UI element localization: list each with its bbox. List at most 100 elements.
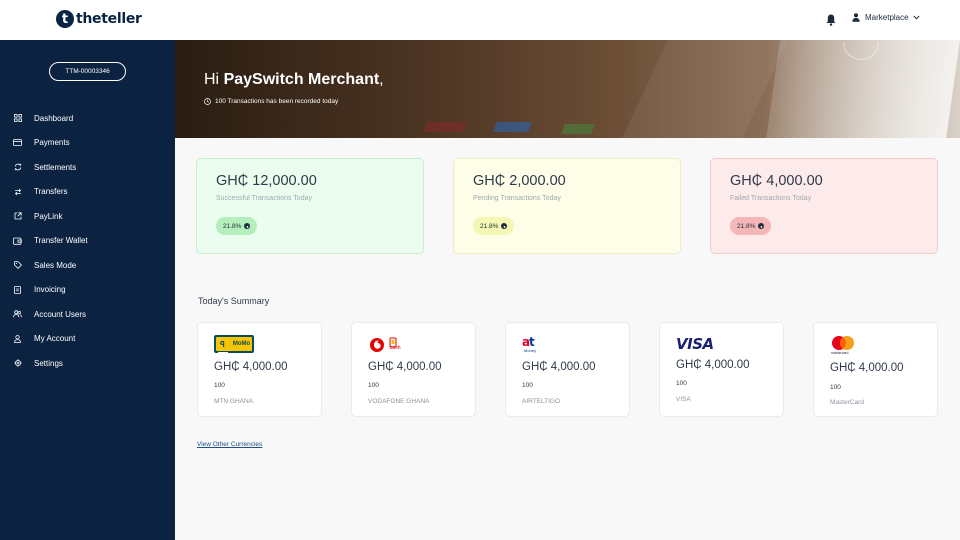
subtitle-text: 100 Transactions has been recorded today (215, 98, 339, 105)
stat-amount: GH₵ 2,000.00 (473, 173, 566, 189)
badge-value: 21.8% (480, 222, 499, 230)
stat-label: Pending Transactions Today (473, 195, 561, 202)
info-icon: ● (501, 223, 508, 229)
summary-card-mastercard[interactable]: mastercard GH₵ 4,000.00 100 MasterCard (813, 322, 938, 417)
transfer-arrows-icon (13, 187, 22, 196)
summary-count: 100 (676, 380, 687, 387)
stat-badge: 21.8% ● (730, 217, 772, 235)
summary-card-vodafone[interactable]: cash GH₵ 4,000.00 100 VODAFONE GHANA (351, 322, 476, 417)
clock-icon (204, 98, 211, 105)
sidebar-item-payments[interactable]: Payments (0, 131, 175, 156)
sidebar-nav: Dashboard Payments Settlements Transfers… (0, 106, 175, 376)
view-other-currencies-link[interactable]: View Other Currencies (197, 441, 262, 448)
summary-amount: GH₵ 4,000.00 (214, 361, 288, 373)
banner-decoration (561, 124, 595, 134)
pending-transactions-card: GH₵ 2,000.00 Pending Transactions Today … (453, 158, 681, 254)
svg-text:t: t (529, 335, 535, 349)
badge-value: 21.8% (223, 222, 242, 230)
sidebar-item-label: Invoicing (34, 285, 66, 295)
sidebar-item-label: Settings (34, 358, 63, 368)
card-icon (13, 138, 22, 147)
greeting-subtitle: 100 Transactions has been recorded today (204, 98, 338, 105)
greeting-suffix: , (379, 71, 384, 88)
logo-text: theteller (76, 11, 142, 27)
summary-amount: GH₵ 4,000.00 (368, 361, 442, 373)
sidebar-item-settings[interactable]: Settings (0, 351, 175, 376)
sidebar-item-label: Settlements (34, 162, 77, 172)
summary-provider: VODAFONE GHANA (368, 398, 430, 405)
top-bar: t theteller Marketplace (0, 0, 960, 40)
banner-decoration (622, 40, 788, 138)
user-menu[interactable]: Marketplace (852, 13, 925, 22)
theteller-logo[interactable]: t theteller (56, 10, 142, 28)
summary-amount: GH₵ 4,000.00 (830, 362, 904, 374)
vodafone-logo-text: cash (390, 345, 401, 351)
summary-count: 100 (830, 384, 841, 391)
stat-amount: GH₵ 12,000.00 (216, 173, 317, 189)
bell-icon[interactable] (826, 14, 836, 26)
welcome-banner: Hi PaySwitch Merchant, 100 Transactions … (175, 40, 960, 138)
sidebar-item-invoicing[interactable]: Invoicing (0, 278, 175, 303)
visa-logo-text: VISA (676, 335, 714, 353)
successful-transactions-card: GH₵ 12,000.00 Successful Transactions To… (196, 158, 424, 254)
stat-label: Successful Transactions Today (216, 195, 312, 202)
visa-logo: VISA (676, 335, 714, 355)
wallet-icon (13, 236, 22, 245)
momo-logo-text: MoMo (232, 341, 251, 347)
sidebar-item-label: Dashboard (34, 113, 74, 123)
sidebar-item-sales-mode[interactable]: Sales Mode (0, 253, 175, 278)
summary-title: Today's Summary (198, 296, 270, 306)
stat-amount: GH₵ 4,000.00 (730, 173, 823, 189)
sidebar-item-settlements[interactable]: Settlements (0, 155, 175, 180)
sidebar: TTM-00003346 Dashboard Payments Settleme… (0, 40, 175, 540)
sidebar-item-transfers[interactable]: Transfers (0, 180, 175, 205)
sidebar-item-my-account[interactable]: My Account (0, 327, 175, 352)
summary-provider: MTN GHANA (214, 398, 253, 405)
tag-icon (13, 261, 22, 270)
summary-provider: AIRTELTIGO (522, 398, 561, 405)
summary-count: 100 (368, 382, 379, 389)
sidebar-item-label: Transfer Wallet (34, 236, 88, 246)
sidebar-item-dashboard[interactable]: Dashboard (0, 106, 175, 131)
sidebar-item-label: Transfers (34, 187, 68, 197)
summary-amount: GH₵ 4,000.00 (676, 359, 750, 371)
mastercard-logo-text: mastercard (831, 351, 849, 355)
sidebar-item-label: Sales Mode (34, 260, 77, 270)
chevron-down-icon (913, 15, 920, 20)
summary-provider: MasterCard (830, 399, 864, 406)
airteltigo-money-logo: a t Money (522, 335, 538, 355)
banner-decoration (493, 122, 532, 132)
user-icon (13, 334, 22, 343)
sidebar-item-transfer-wallet[interactable]: Transfer Wallet (0, 229, 175, 254)
merchant-name: PaySwitch Merchant (223, 71, 380, 88)
sidebar-item-account-users[interactable]: Account Users (0, 302, 175, 327)
info-icon: ● (758, 223, 765, 229)
greeting: Hi PaySwitch Merchant, (204, 71, 384, 89)
greeting-prefix: Hi (204, 71, 224, 88)
external-link-icon (13, 212, 22, 221)
users-icon (13, 310, 22, 319)
sidebar-item-label: PayLink (34, 211, 63, 221)
sidebar-item-label: My Account (34, 334, 76, 344)
sidebar-item-label: Account Users (34, 309, 87, 319)
invoice-icon (13, 285, 22, 294)
sidebar-item-paylink[interactable]: PayLink (0, 204, 175, 229)
vodafone-cash-logo: cash (368, 335, 402, 355)
summary-provider: VISA (676, 396, 691, 403)
summary-card-mtn[interactable]: ꟼ MoMo GH₵ 4,000.00 100 MTN GHANA (197, 322, 322, 417)
failed-transactions-card: GH₵ 4,000.00 Failed Transactions Today 2… (710, 158, 938, 254)
stat-badge: 21.8% ● (216, 217, 258, 235)
user-menu-label: Marketplace (865, 13, 909, 22)
logo-mark: t (56, 10, 74, 28)
airteltigo-logo-text: Money (524, 348, 537, 353)
summary-card-airteltigo[interactable]: a t Money GH₵ 4,000.00 100 AIRTELTIGO (505, 322, 630, 417)
stat-label: Failed Transactions Today (730, 195, 812, 202)
summary-card-visa[interactable]: VISA GH₵ 4,000.00 100 VISA (659, 322, 784, 417)
grid-icon (13, 114, 22, 123)
info-icon: ● (244, 223, 251, 229)
mtn-momo-logo: ꟼ MoMo (214, 335, 254, 355)
banner-decoration (423, 122, 467, 132)
user-icon (852, 13, 860, 22)
account-id-pill[interactable]: TTM-00003346 (49, 62, 126, 81)
sidebar-item-label: Payments (34, 138, 70, 148)
